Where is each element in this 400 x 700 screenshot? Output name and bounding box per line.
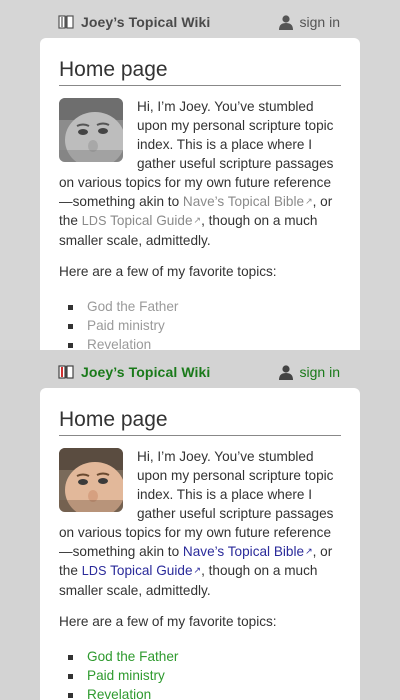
site-title: Joey’s Topical Wiki (81, 14, 211, 30)
list-item: Paid ministry (67, 666, 178, 685)
color-preview: Joey’s Topical Wiki sign in Home page Hi… (0, 350, 400, 700)
topic-link-paid-ministry[interactable]: Paid ministry (87, 668, 165, 683)
lds-topical-guide-link[interactable]: LDS Topical Guide↗ (82, 563, 201, 578)
external-link-icon: ↗ (193, 215, 202, 225)
list-item: Paid ministry (67, 316, 178, 335)
top-bar: Joey’s Topical Wiki sign in (0, 350, 400, 390)
topic-link-revelation[interactable]: Revelation (87, 687, 151, 700)
naves-link-label: Nave’s Topical Bible (182, 194, 305, 209)
list-item: God the Father (67, 297, 178, 316)
list-item: God the Father (67, 647, 178, 666)
topic-link-revelation[interactable]: Revelation (87, 337, 151, 350)
signin-label: sign in (299, 364, 340, 380)
top-bar: Joey’s Topical Wiki sign in (0, 0, 400, 40)
topical-guide-label: Topical Guide (106, 563, 193, 578)
lds-topical-guide-link[interactable]: LDS Topical Guide↗ (82, 213, 201, 228)
signin-label: sign in (299, 14, 340, 30)
page-title: Home page (59, 408, 341, 436)
content-card: Home page Hi, I’m Joey. You’ve stumbled … (40, 388, 360, 700)
list-item: Revelation (67, 685, 178, 700)
site-title-link[interactable]: Joey’s Topical Wiki (58, 364, 210, 380)
signin-link[interactable]: sign in (278, 364, 340, 380)
topic-list: God the Father Paid ministry Revelation (59, 647, 178, 700)
content-card: Home page Hi, I’m Joey. You’ve stumbled … (40, 38, 360, 350)
favorites-lead: Here are a few of my favorite topics: (59, 264, 277, 279)
topic-link-god-the-father[interactable]: God the Father (87, 649, 178, 664)
topical-guide-label: Topical Guide (106, 213, 193, 228)
naves-link-label: Nave’s Topical Bible (182, 544, 305, 559)
book-icon (58, 364, 74, 380)
topic-list: God the Father Paid ministry Revelation (59, 297, 178, 350)
signin-link[interactable]: sign in (278, 14, 340, 30)
page-title: Home page (59, 58, 341, 86)
lds-abbr: LDS (81, 564, 107, 578)
avatar-spacer (59, 97, 137, 173)
book-icon (58, 14, 74, 30)
list-item: Revelation (67, 335, 178, 350)
user-icon (278, 364, 294, 380)
intro-paragraph: Hi, I’m Joey. You’ve stumbled upon my pe… (59, 97, 341, 250)
external-link-icon: ↗ (305, 196, 313, 206)
external-link-icon: ↗ (193, 565, 202, 575)
intro-paragraph: Hi, I’m Joey. You’ve stumbled upon my pe… (59, 447, 341, 600)
naves-topical-bible-link[interactable]: Nave’s Topical Bible↗ (183, 544, 313, 559)
user-icon (278, 14, 294, 30)
lds-abbr: LDS (81, 214, 107, 228)
grayscale-preview: Joey’s Topical Wiki sign in Home page Hi… (0, 0, 400, 350)
external-link-icon: ↗ (305, 546, 313, 556)
topic-link-god-the-father[interactable]: God the Father (87, 299, 178, 314)
topic-link-paid-ministry[interactable]: Paid ministry (87, 318, 165, 333)
favorites-lead: Here are a few of my favorite topics: (59, 614, 277, 629)
site-title-link[interactable]: Joey’s Topical Wiki (58, 14, 210, 30)
avatar-spacer (59, 447, 137, 523)
site-title: Joey’s Topical Wiki (81, 364, 211, 380)
naves-topical-bible-link[interactable]: Nave’s Topical Bible↗ (183, 194, 313, 209)
